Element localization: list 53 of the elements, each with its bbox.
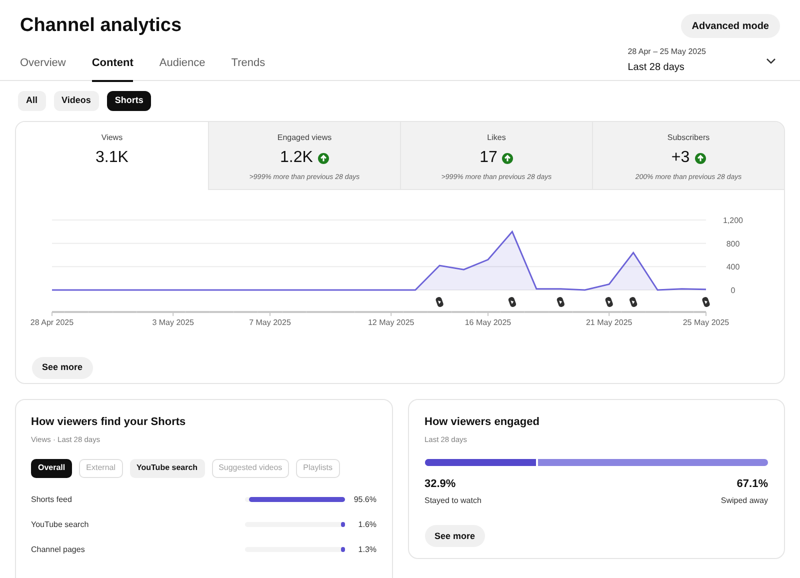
filter-chip[interactable]: Shorts (106, 91, 152, 111)
y-tick-label: 800 (726, 239, 740, 248)
shorts-icon[interactable] (701, 296, 711, 308)
x-tick-label: 7 May 2025 (249, 318, 291, 327)
share-value: 1.6% (357, 518, 376, 531)
page-title: Channel analytics (20, 14, 183, 38)
percent-label: Swiped away (720, 495, 768, 508)
metric-value: +3 (671, 149, 690, 167)
percent-label: Stayed to watch (424, 495, 482, 508)
x-tick-label: 28 Apr 2025 (30, 318, 74, 327)
metric-label: Subscribers (667, 132, 710, 144)
metric-value: 17 (480, 149, 498, 167)
y-tick-label: 400 (726, 262, 740, 272)
y-tick-label: 0 (730, 286, 736, 295)
percent-value: 32.9% (424, 476, 456, 492)
percent-value: 67.1% (736, 476, 768, 492)
x-tick-label: 25 May 2025 (682, 318, 730, 327)
y-tick-label: 1,200 (722, 216, 744, 225)
metric-value: 1.2K (280, 149, 313, 167)
share-value: 1.3% (357, 544, 376, 556)
period-label: Last 28 days (628, 61, 686, 75)
metric-label: Views (101, 132, 123, 144)
tab[interactable]: Overview (20, 55, 66, 82)
shorts-icon[interactable] (628, 296, 638, 308)
x-tick-label: 16 May 2025 (464, 318, 512, 327)
shorts-icon[interactable] (508, 296, 517, 308)
x-tick-label: 3 May 2025 (152, 318, 194, 327)
card-title: How viewers engaged (424, 415, 540, 430)
shorts-icon[interactable] (435, 296, 444, 308)
tab[interactable]: Audience (159, 55, 206, 82)
filter-chip[interactable]: Videos (54, 91, 99, 111)
tab[interactable]: Content (92, 55, 134, 82)
advanced-mode-button[interactable]: Advanced mode (680, 14, 780, 38)
metric-value: 3.1K (96, 149, 128, 167)
see-more-button[interactable]: See more (32, 356, 93, 379)
shorts-icon[interactable] (604, 296, 614, 308)
filter-chip[interactable]: Overall (31, 458, 72, 478)
source-label: YouTube search (31, 518, 90, 531)
filter-chip[interactable]: All (18, 91, 46, 111)
date-range: 28 Apr – 25 May 2025 (628, 46, 706, 58)
x-tick-label: 21 May 2025 (586, 318, 632, 327)
chevron-down-icon[interactable] (766, 58, 776, 64)
filter-chip[interactable]: YouTube search (130, 458, 205, 478)
x-tick-label: 12 May 2025 (368, 318, 414, 327)
source-label: Channel pages (31, 544, 86, 556)
see-more-button[interactable]: See more (424, 525, 486, 548)
metric-label: Likes (487, 132, 506, 144)
card-title: How viewers find your Shorts (31, 415, 187, 430)
source-label: Shorts feed (31, 494, 73, 506)
share-value: 95.6% (352, 494, 376, 506)
shorts-icon[interactable] (556, 296, 566, 308)
tab[interactable]: Trends (231, 55, 266, 82)
metric-label: Engaged views (277, 132, 332, 144)
